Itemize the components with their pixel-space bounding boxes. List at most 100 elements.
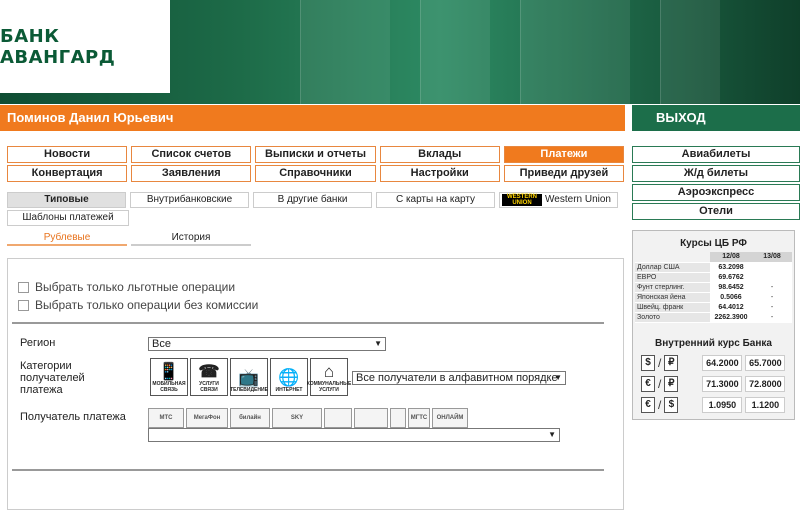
nav-conversion[interactable]: Конвертация — [7, 165, 128, 182]
chevron-down-icon: ▼ — [374, 339, 382, 348]
separator — [12, 322, 604, 324]
preferential-ops-checkbox[interactable]: Выбрать только льготные операции — [18, 280, 235, 294]
category-internet[interactable]: 🌐 ИНТЕРНЕТ — [270, 358, 308, 396]
link-rail-tickets[interactable]: Ж/д билеты — [632, 165, 800, 182]
rate-value: 64.4012 — [710, 302, 752, 313]
bank-logo[interactable]: БАНК АВАНГАРД — [0, 0, 170, 93]
dollar-icon: $ — [664, 397, 679, 413]
currency-tabs: Рублевые История — [7, 232, 255, 246]
nav-settings[interactable]: Настройки — [379, 165, 500, 182]
category-telecom[interactable]: ☎ УСЛУГИ СВЯЗИ — [190, 358, 228, 396]
operator-onlime[interactable]: ОНЛАЙМ — [432, 408, 468, 428]
tab-other-banks[interactable]: В другие банки — [253, 192, 372, 208]
slash-divider: / — [658, 377, 662, 391]
no-commission-checkbox[interactable]: Выбрать только операции без комиссии — [18, 298, 258, 312]
operator-megafon[interactable]: МегаФон — [186, 408, 228, 428]
categories-label: Категории получателей платежа — [20, 360, 85, 396]
category-tv[interactable]: 📺 ТЕЛЕВИДЕНИЕ — [230, 358, 268, 396]
nav-accounts[interactable]: Список счетов — [131, 146, 252, 163]
handset-icon: ☎ — [198, 362, 220, 381]
currency-name: Швейц. франк — [635, 302, 710, 313]
chevron-down-icon: ▼ — [548, 430, 556, 439]
rate-value: - — [752, 292, 792, 303]
category-label: ИНТЕРНЕТ — [275, 387, 303, 393]
buy-rate: 64.2000 — [702, 355, 743, 371]
category-utilities[interactable]: ⌂ КОММУНАЛЬНЫЕ УСЛУГИ — [307, 358, 351, 396]
inner-rate-eur-usd: € / $ 1.0950 1.1200 — [641, 397, 786, 413]
rate-value: 63.2098 — [710, 262, 752, 273]
operator-7[interactable] — [390, 408, 406, 428]
sell-rate: 72.8000 — [745, 376, 786, 392]
operator-5[interactable] — [324, 408, 352, 428]
category-label: КОММУНАЛЬНЫЕ УСЛУГИ — [306, 381, 352, 393]
sort-value: Все получатели в алфавитном порядке — [356, 372, 558, 384]
chevron-down-icon: ▼ — [554, 373, 562, 382]
operator-mgts[interactable]: МГТС — [408, 408, 430, 428]
tab-history[interactable]: История — [131, 232, 251, 246]
tab-typical[interactable]: Типовые — [7, 192, 126, 208]
operator-6[interactable] — [354, 408, 388, 428]
globe-icon: 🌐 — [278, 368, 300, 387]
inner-rate-usd-rub: $ / ₽ 64.2000 65.7000 — [641, 355, 786, 371]
category-mobile[interactable]: 📱 МОБИЛЬНАЯ СВЯЗЬ — [150, 358, 188, 396]
tab-intrabank[interactable]: Внутрибанковские — [130, 192, 249, 208]
table-row: Швейц. франк 64.4012- — [635, 302, 792, 313]
nav-deposits[interactable]: Вклады — [379, 146, 500, 163]
currency-name: Фунт стерлинг. — [635, 282, 710, 293]
link-air-tickets[interactable]: Авиабилеты — [632, 146, 800, 163]
phone-icon: 📱 — [158, 362, 180, 381]
nav-applications[interactable]: Заявления — [131, 165, 252, 182]
region-value: Все — [152, 338, 171, 350]
operator-mts[interactable]: МТС — [148, 408, 184, 428]
slash-divider: / — [658, 398, 662, 412]
rate-value: 98.6452 — [710, 282, 752, 293]
tab-templates[interactable]: Шаблоны платежей — [7, 210, 129, 226]
rate-value — [752, 272, 792, 283]
recipient-label: Получатель платежа — [20, 411, 126, 423]
western-union-label: Western Union — [545, 194, 611, 205]
category-label: УСЛУГИ СВЯЗИ — [199, 381, 219, 393]
operator-sky[interactable]: SKY — [272, 408, 322, 428]
region-select[interactable]: Все ▼ — [148, 337, 386, 351]
buy-rate: 1.0950 — [702, 397, 743, 413]
link-hotels[interactable]: Отели — [632, 203, 800, 220]
main-nav: Новости Список счетов Выписки и отчеты В… — [7, 146, 624, 182]
logout-label: ВЫХОД — [656, 110, 706, 125]
logo-text: БАНК АВАНГАРД — [0, 25, 116, 68]
euro-icon: € — [641, 376, 655, 392]
header-empty — [635, 252, 710, 263]
western-union-logo: WESTERN UNION — [502, 194, 542, 206]
rate-value: 2262.3900 — [710, 312, 752, 323]
cbr-rates-table: 12/08 13/08 Доллар США 63.2098 ЕВРО 69.676… — [635, 252, 792, 323]
operator-beeline[interactable]: билайн — [230, 408, 270, 428]
checkbox-box[interactable] — [18, 299, 29, 311]
nav-payments[interactable]: Платежи — [503, 146, 624, 163]
checkbox-box[interactable] — [18, 281, 29, 293]
buy-rate: 71.3000 — [702, 376, 743, 392]
logout-button[interactable]: ВЫХОД — [632, 105, 800, 131]
table-row: ЕВРО 69.6762 — [635, 272, 792, 283]
nav-references[interactable]: Справочники — [255, 165, 376, 182]
tab-card-to-card[interactable]: С карты на карту — [376, 192, 495, 208]
tab-rubles[interactable]: Рублевые — [7, 232, 127, 246]
nav-refer-friends[interactable]: Приведи друзей — [503, 165, 624, 182]
rate-value: - — [752, 282, 792, 293]
rate-value: - — [752, 302, 792, 313]
sort-select[interactable]: Все получатели в алфавитном порядке ▼ — [352, 371, 566, 385]
nav-news[interactable]: Новости — [7, 146, 128, 163]
inner-rate-eur-rub: € / ₽ 71.3000 72.8000 — [641, 376, 786, 392]
currency-name: Доллар США — [635, 262, 710, 273]
currency-name: ЕВРО — [635, 272, 710, 283]
currency-name: Японская йена — [635, 292, 710, 303]
sell-rate: 1.1200 — [745, 397, 786, 413]
link-aeroexpress[interactable]: Аэроэкспресс — [632, 184, 800, 201]
separator — [12, 469, 604, 471]
checkbox-label: Выбрать только льготные операции — [35, 280, 236, 294]
ruble-icon: ₽ — [664, 355, 679, 371]
rate-value — [752, 262, 792, 273]
recipient-select[interactable]: ▼ — [148, 428, 560, 442]
tab-western-union[interactable]: WESTERN UNION Western Union — [499, 192, 618, 208]
payment-type-tabs: Типовые Внутрибанковские В другие банки … — [7, 192, 618, 208]
sell-rate: 65.7000 — [745, 355, 786, 371]
nav-statements[interactable]: Выписки и отчеты — [255, 146, 376, 163]
